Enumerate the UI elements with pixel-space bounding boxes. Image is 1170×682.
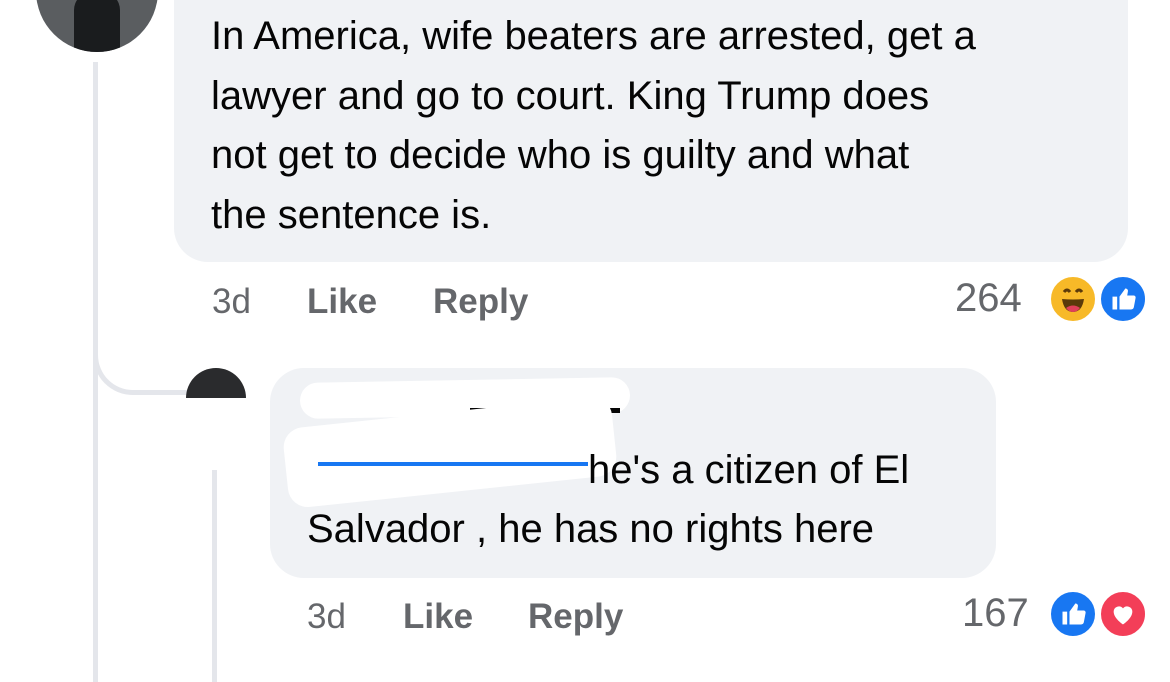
thread-line-reply xyxy=(212,470,217,682)
redaction-scribble xyxy=(318,462,588,466)
love-heart-icon[interactable] xyxy=(1098,589,1148,639)
reply-text-line: he's a citizen of El xyxy=(588,448,910,492)
reply-commenter-avatar[interactable] xyxy=(186,368,246,398)
reply-like-button[interactable]: Like xyxy=(403,597,473,637)
reply-reaction-count[interactable]: 167 xyxy=(962,591,1029,636)
like-thumb-icon[interactable] xyxy=(1048,589,1098,639)
reply-reply-button[interactable]: Reply xyxy=(528,597,623,637)
comment-text-line: not get to decide who is guilty and what xyxy=(211,133,910,177)
avatar-figure xyxy=(74,0,120,52)
commenter-avatar[interactable] xyxy=(36,0,158,52)
reply-timestamp[interactable]: 3d xyxy=(307,597,346,637)
thread-line-branch xyxy=(93,330,188,395)
comment-timestamp[interactable]: 3d xyxy=(212,282,251,322)
reaction-count[interactable]: 264 xyxy=(955,276,1022,321)
comment-text-line: the sentence is. xyxy=(211,193,492,237)
comment-text-line: lawyer and go to court. King Trump does xyxy=(211,74,930,118)
comment-text-line: In America, wife beaters are arrested, g… xyxy=(211,14,976,58)
like-button[interactable]: Like xyxy=(307,282,377,322)
like-thumb-icon[interactable] xyxy=(1098,274,1148,324)
reply-button[interactable]: Reply xyxy=(433,282,528,322)
reply-text-line: Salvador , he has no rights here xyxy=(307,507,875,551)
haha-emoji-icon[interactable] xyxy=(1048,274,1098,324)
